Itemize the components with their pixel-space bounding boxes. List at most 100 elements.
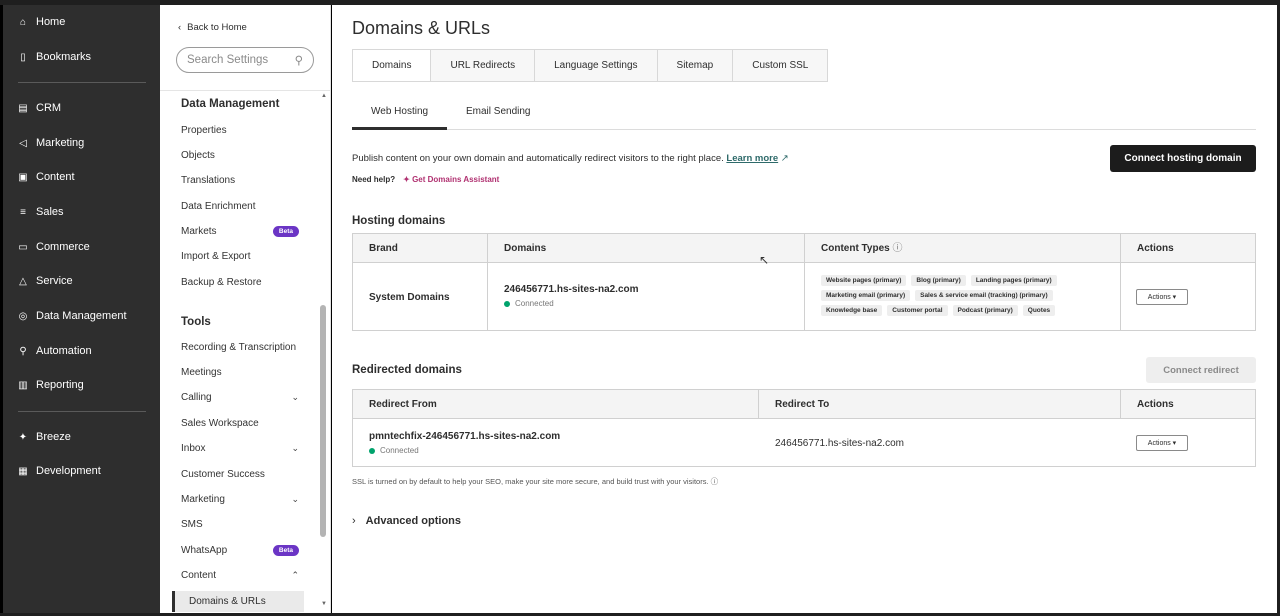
beta-badge: Beta (272, 225, 299, 237)
tab-domains[interactable]: Domains (353, 50, 432, 81)
info-icon[interactable]: ⓘ (893, 243, 903, 254)
tab-custom-ssl[interactable]: Custom SSL (733, 50, 827, 81)
sidebar-item-meetings[interactable]: Meetings (181, 365, 299, 379)
section-title-data-management: Data Management (181, 98, 280, 110)
content-type-tag: Landing pages (primary) (970, 275, 1057, 286)
content-type-tag: Knowledge base (821, 305, 883, 316)
nav-automation[interactable]: ⚲ Automation (18, 342, 91, 360)
content-type-tag: Customer portal (887, 305, 948, 316)
chevron-down-icon: ⌄ (291, 493, 299, 504)
content-type-tag: Blog (primary) (911, 275, 966, 286)
nav-data-management[interactable]: ◎ Data Management (18, 307, 127, 325)
hosting-actions-dropdown[interactable]: Actions ▾ (1136, 289, 1188, 305)
content-type-tag: Website pages (primary) (821, 275, 907, 286)
nav-home[interactable]: ⌂ Home (18, 13, 65, 31)
chevron-left-icon: ‹ (178, 22, 182, 33)
hosting-domains-title: Hosting domains (352, 215, 446, 227)
subtab-web-hosting[interactable]: Web Hosting (371, 106, 428, 117)
description-text: Publish content on your own domain and a… (352, 153, 789, 164)
search-settings-input[interactable]: Search Settings ⚲ (176, 47, 314, 73)
domains-tabs: Domains URL Redirects Language Settings … (352, 49, 829, 82)
sidebar-item-whatsapp[interactable]: WhatsApp Beta (181, 543, 299, 557)
code-icon: ▦ (18, 465, 28, 477)
learn-more-link[interactable]: Learn more (726, 153, 778, 164)
column-header-actions: Actions (1137, 243, 1174, 254)
nav-divider (18, 82, 146, 83)
redirect-from-domain[interactable]: pmntechfix-246456771.hs-sites-na2.com (369, 431, 560, 442)
megaphone-icon: ◁ (19, 137, 27, 149)
redirect-actions-dropdown[interactable]: Actions ▾ (1136, 435, 1188, 451)
nav-commerce[interactable]: ▭ Commerce (18, 238, 90, 256)
status-badge: Connected (504, 299, 639, 308)
column-header-content-types: Content Types ⓘ (821, 243, 903, 254)
sidebar-item-inbox[interactable]: Inbox ⌄ (181, 441, 299, 455)
nav-marketing[interactable]: ◁ Marketing (18, 134, 84, 152)
connected-dot-icon (504, 300, 510, 307)
domain-name[interactable]: 246456771.hs-sites-na2.com (504, 284, 639, 295)
sidebar-item-markets[interactable]: Markets Beta (181, 224, 299, 238)
domain-cell: 246456771.hs-sites-na2.com Connected (504, 284, 639, 308)
sparkle-icon: ✦ (18, 431, 28, 443)
hosting-subtabs: Web Hosting Email Sending (352, 102, 1256, 130)
connect-hosting-domain-button[interactable]: Connect hosting domain (1110, 145, 1256, 172)
connect-redirect-button[interactable]: Connect redirect (1146, 357, 1256, 383)
sidebar-item-properties[interactable]: Properties (181, 123, 299, 137)
redirect-to-domain: 246456771.hs-sites-na2.com (775, 438, 904, 449)
external-link-icon: ↗ (780, 153, 789, 164)
nav-sales[interactable]: ≡ Sales (18, 203, 63, 221)
global-nav: ⌂ Home ▯ Bookmarks ▤ CRM ◁ Marketing ▣ Conten… (3, 5, 160, 613)
back-to-home-link[interactable]: ‹ Back to Home (178, 22, 247, 33)
nav-development[interactable]: ▦ Development (18, 462, 101, 480)
content-types-list: Website pages (primary) Blog (primary) L… (821, 275, 1091, 316)
nav-reporting[interactable]: ▥ Reporting (18, 376, 83, 394)
tab-language-settings[interactable]: Language Settings (535, 50, 658, 81)
column-header-brand: Brand (369, 243, 398, 254)
sidebar-item-backup-restore[interactable]: Backup & Restore (181, 275, 299, 289)
chevron-up-icon: ⌃ (291, 569, 299, 580)
commerce-icon: ▭ (18, 241, 28, 253)
brand-name: System Domains (369, 292, 450, 303)
ssl-note: SSL is turned on by default to help your… (352, 477, 719, 486)
automation-icon: ⚲ (19, 345, 27, 357)
nav-bookmarks[interactable]: ▯ Bookmarks (18, 48, 91, 66)
sidebar-item-import-export[interactable]: Import & Export (181, 249, 299, 263)
column-header-domains: Domains (504, 243, 547, 254)
service-icon: △ (19, 275, 27, 287)
info-icon[interactable]: ⓘ (711, 477, 719, 486)
mouse-cursor-icon: ↖ (759, 253, 770, 267)
page-title: Domains & URLs (352, 18, 491, 38)
domains-assistant-link[interactable]: ✦ Get Domains Assistant (403, 175, 499, 184)
sidebar-item-sales-workspace[interactable]: Sales Workspace (181, 416, 299, 430)
content-type-tag: Quotes (1022, 305, 1056, 316)
sidebar-item-calling[interactable]: Calling ⌄ (181, 390, 299, 404)
column-header-redirect-to: Redirect To (775, 399, 830, 410)
scroll-up-arrow-icon[interactable]: ▲ (321, 93, 327, 99)
database-icon: ◎ (18, 310, 28, 322)
scroll-down-arrow-icon[interactable]: ▼ (321, 601, 327, 607)
sidebar-item-content[interactable]: Content ⌃ (181, 568, 299, 582)
sidebar-item-translations[interactable]: Translations (181, 173, 299, 187)
column-header-actions: Actions (1137, 399, 1174, 410)
sidebar-item-data-enrichment[interactable]: Data Enrichment (181, 199, 299, 213)
sidebar-item-domains-urls[interactable]: Domains & URLs (172, 591, 304, 612)
chevron-right-icon: › (352, 515, 356, 527)
advanced-options-toggle[interactable]: › Advanced options (352, 515, 461, 527)
subtab-email-sending[interactable]: Email Sending (466, 106, 530, 117)
sidebar-item-objects[interactable]: Objects (181, 148, 299, 162)
sidebar-item-sms[interactable]: SMS (181, 517, 299, 531)
nav-crm[interactable]: ▤ CRM (18, 99, 61, 117)
sidebar-item-marketing[interactable]: Marketing ⌄ (181, 492, 299, 506)
status-badge: Connected (369, 446, 560, 455)
home-icon: ⌂ (19, 16, 27, 28)
nav-breeze[interactable]: ✦ Breeze (18, 428, 71, 446)
sidebar-scrollbar[interactable] (320, 305, 326, 537)
tab-url-redirects[interactable]: URL Redirects (431, 50, 536, 81)
column-divider (487, 234, 488, 330)
nav-content[interactable]: ▣ Content (18, 168, 74, 186)
sidebar-item-recording[interactable]: Recording & Transcription (181, 340, 299, 354)
tab-sitemap[interactable]: Sitemap (658, 50, 734, 81)
sidebar-item-customer-success[interactable]: Customer Success (181, 467, 299, 481)
nav-service[interactable]: △ Service (18, 272, 73, 290)
sidebar-divider (160, 90, 330, 91)
content-type-tag: Sales & service email (tracking) (primar… (915, 290, 1053, 301)
